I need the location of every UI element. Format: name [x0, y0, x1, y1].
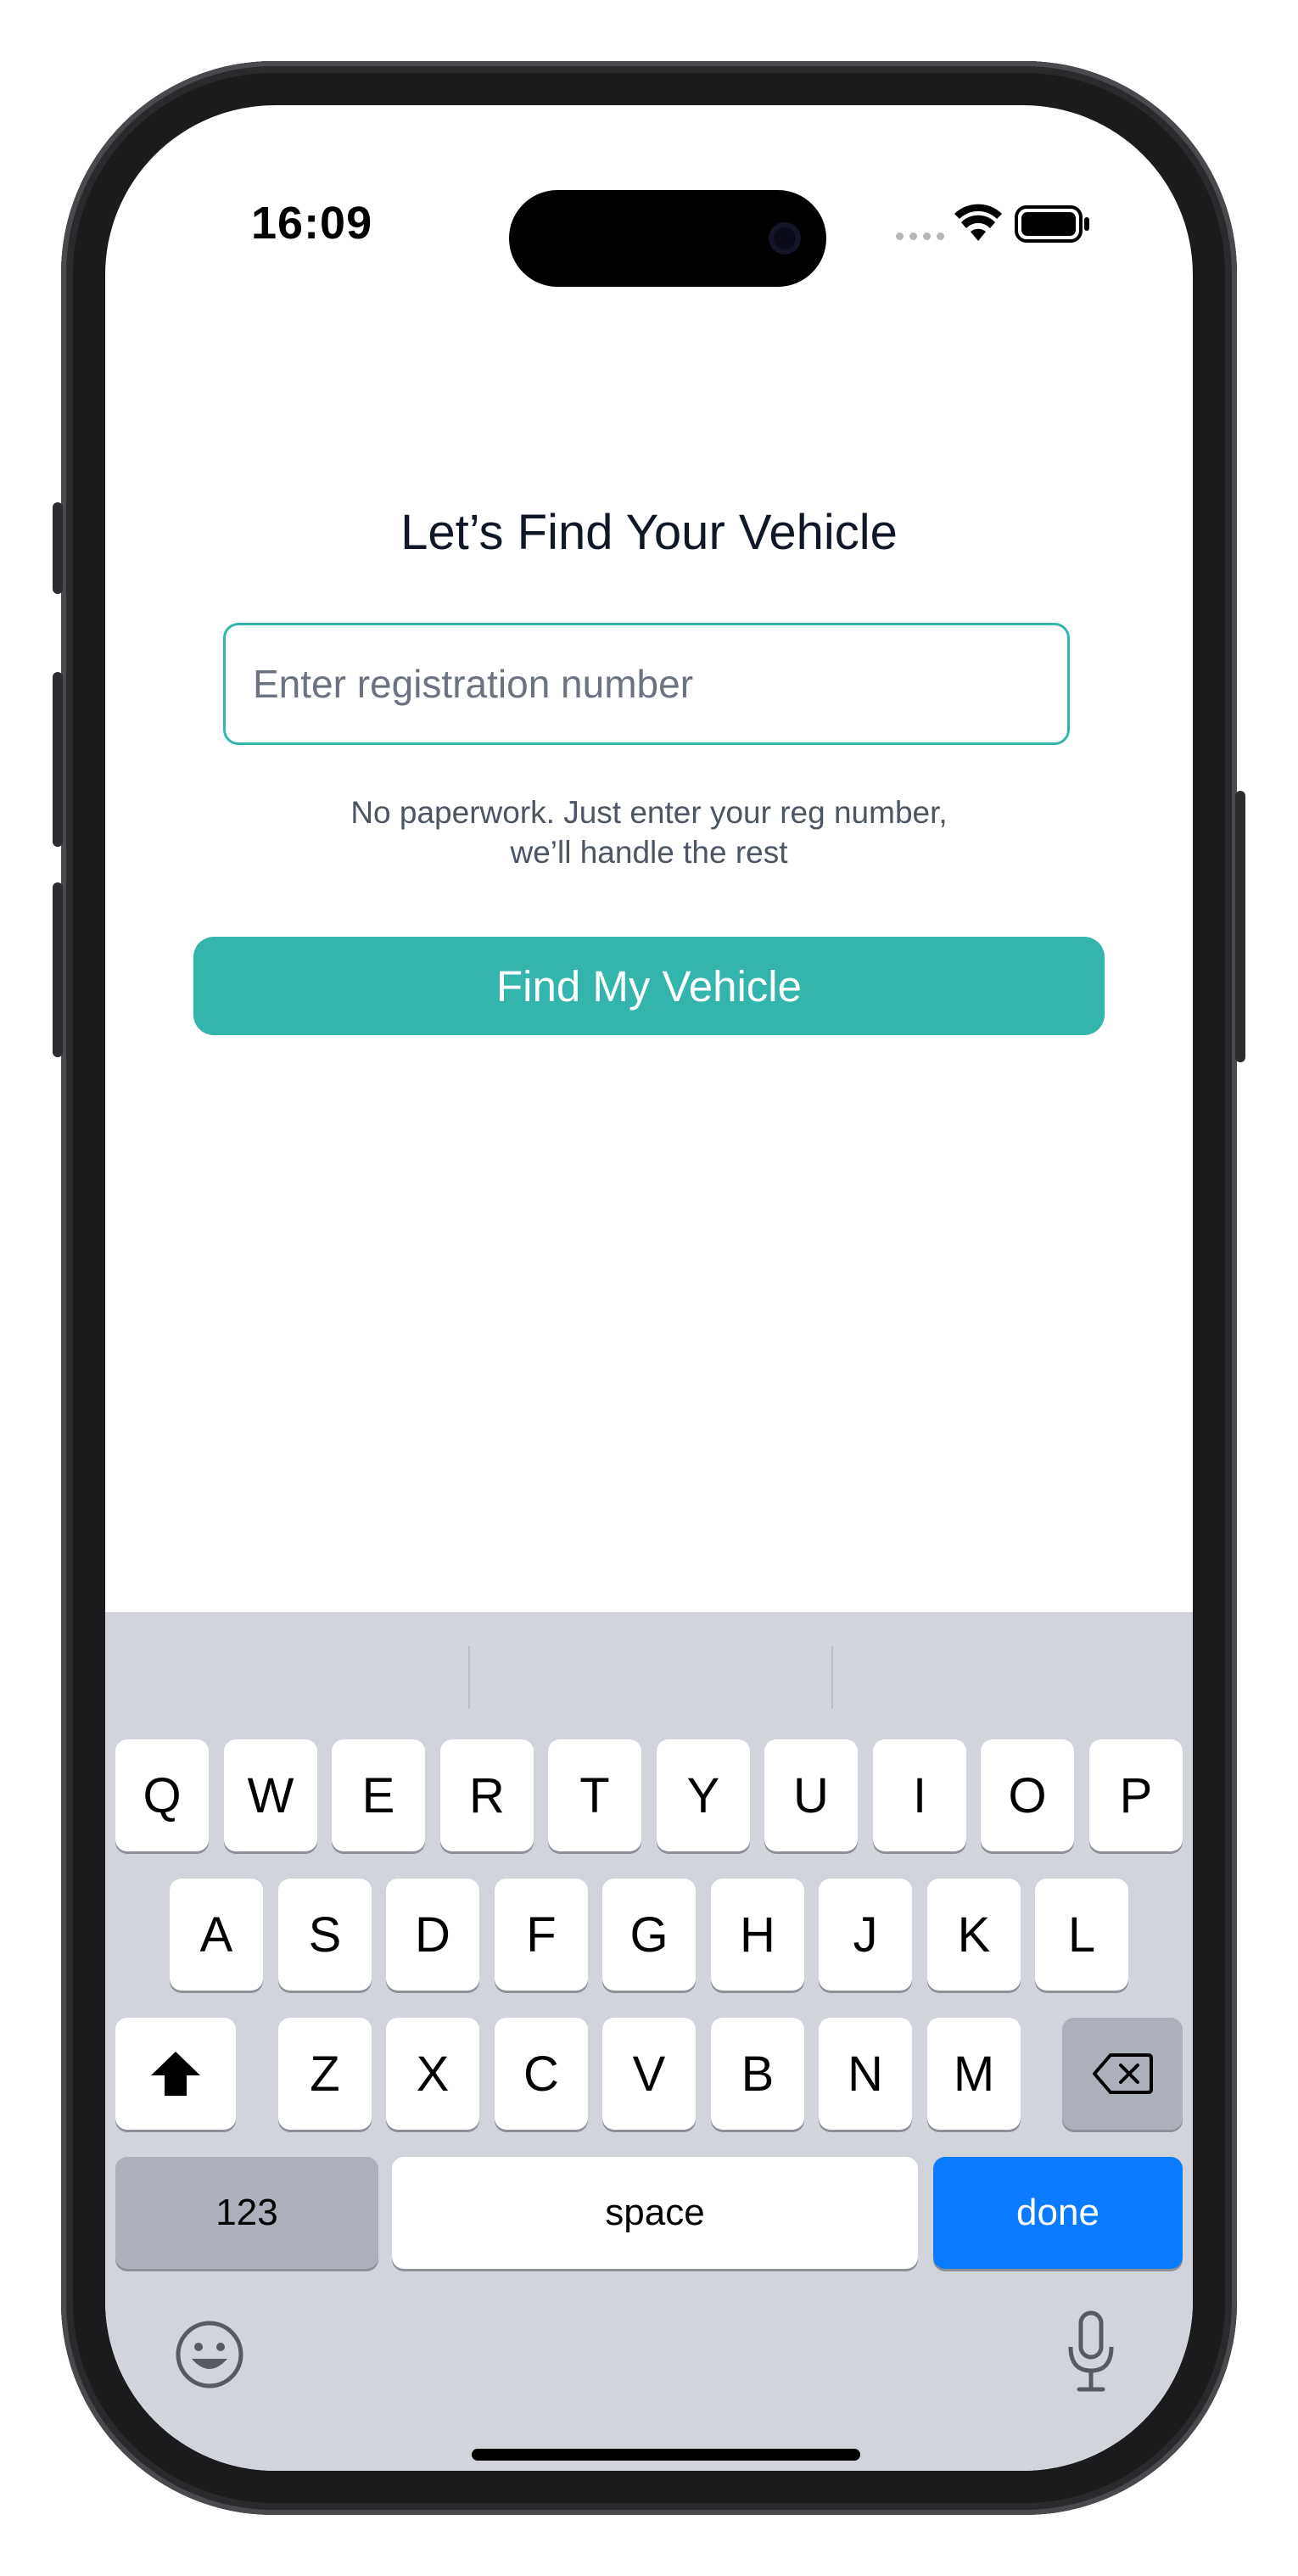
keyboard: Q W E R T Y U I O P A S D F G H J K L Z …	[105, 1612, 1193, 2471]
key-e[interactable]: E	[332, 1739, 425, 1851]
find-my-vehicle-button[interactable]: Find My Vehicle	[193, 937, 1105, 1035]
helper-text-line-2: we’ll handle the rest	[510, 835, 788, 870]
key-b[interactable]: B	[711, 2018, 804, 2130]
done-key[interactable]: done	[933, 2157, 1183, 2269]
camera-icon	[769, 222, 801, 255]
key-a[interactable]: A	[170, 1879, 263, 1991]
key-w[interactable]: W	[224, 1739, 317, 1851]
key-f[interactable]: F	[495, 1879, 588, 1991]
wifi-icon	[954, 204, 1002, 241]
emoji-icon[interactable]	[175, 2320, 244, 2389]
numbers-key[interactable]: 123	[115, 2157, 378, 2269]
shift-icon	[151, 2052, 200, 2096]
key-c[interactable]: C	[495, 2018, 588, 2130]
cellular-signal-icon	[896, 232, 944, 240]
volume-up-button	[53, 672, 63, 847]
microphone-icon[interactable]	[1064, 2310, 1118, 2394]
key-k[interactable]: K	[927, 1879, 1021, 1991]
space-key[interactable]: space	[392, 2157, 918, 2269]
suggestion-divider	[468, 1646, 470, 1709]
key-d[interactable]: D	[386, 1879, 479, 1991]
key-p[interactable]: P	[1089, 1739, 1183, 1851]
key-g[interactable]: G	[602, 1879, 696, 1991]
key-l[interactable]: L	[1035, 1879, 1128, 1991]
key-i[interactable]: I	[873, 1739, 966, 1851]
delete-key[interactable]	[1062, 2018, 1183, 2130]
helper-text: No paperwork. Just enter your reg number…	[105, 792, 1193, 872]
key-o[interactable]: O	[981, 1739, 1074, 1851]
key-h[interactable]: H	[711, 1879, 804, 1991]
key-s[interactable]: S	[278, 1879, 372, 1991]
key-v[interactable]: V	[602, 2018, 696, 2130]
registration-number-input[interactable]	[223, 623, 1070, 745]
key-t[interactable]: T	[548, 1739, 641, 1851]
key-j[interactable]: J	[819, 1879, 912, 1991]
delete-icon	[1093, 2053, 1153, 2094]
battery-icon	[1015, 205, 1089, 243]
power-button	[1235, 791, 1245, 1062]
home-indicator	[472, 2449, 860, 2461]
volume-down-button	[53, 882, 63, 1057]
status-time: 16:09	[251, 198, 373, 249]
dynamic-island	[509, 190, 826, 287]
action-button	[53, 502, 63, 594]
key-r[interactable]: R	[440, 1739, 534, 1851]
key-y[interactable]: Y	[657, 1739, 750, 1851]
key-n[interactable]: N	[819, 2018, 912, 2130]
screen: 16:09 Let’s Find Your Vehicle No paperwo…	[105, 105, 1193, 2471]
phone-frame: 16:09 Let’s Find Your Vehicle No paperwo…	[53, 61, 1245, 2515]
shift-key[interactable]	[115, 2018, 236, 2130]
helper-text-line-1: No paperwork. Just enter your reg number…	[350, 795, 948, 830]
key-z[interactable]: Z	[278, 2018, 372, 2130]
key-u[interactable]: U	[764, 1739, 858, 1851]
key-x[interactable]: X	[386, 2018, 479, 2130]
key-m[interactable]: M	[927, 2018, 1021, 2130]
key-q[interactable]: Q	[115, 1739, 209, 1851]
page-title: Let’s Find Your Vehicle	[400, 505, 898, 560]
suggestion-divider	[831, 1646, 833, 1709]
